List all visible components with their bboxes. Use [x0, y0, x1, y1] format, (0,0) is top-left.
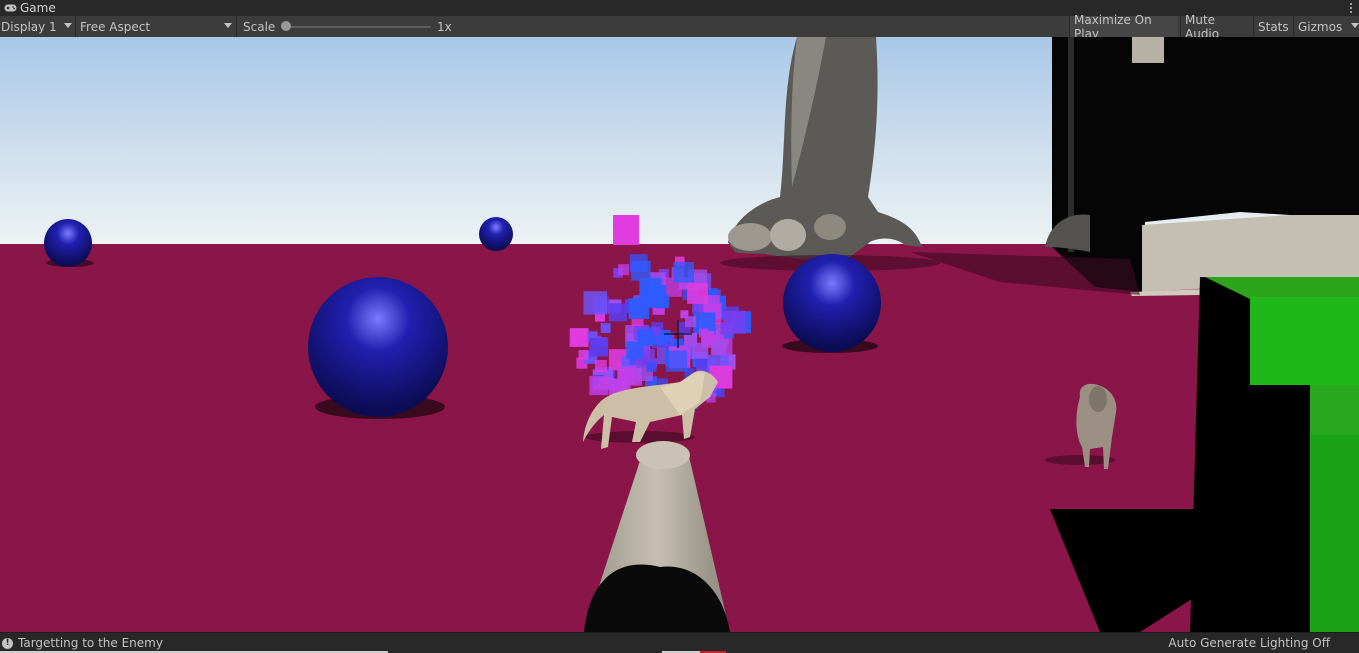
- sphere-far-middle: [479, 217, 513, 251]
- particle: [583, 291, 607, 315]
- game-viewport[interactable]: [0, 37, 1359, 632]
- gamepad-icon: [4, 4, 17, 12]
- particle: [618, 264, 630, 276]
- stats-label: Stats: [1258, 19, 1289, 34]
- particle: [643, 284, 667, 308]
- particle: [626, 341, 644, 359]
- particle: [685, 316, 697, 328]
- scale-slider-track[interactable]: [286, 26, 431, 28]
- particle: [598, 378, 610, 389]
- particle: [661, 331, 671, 341]
- particle: [589, 337, 609, 357]
- game-tab[interactable]: Game: [0, 0, 56, 16]
- particle: [569, 328, 589, 347]
- particle: [720, 322, 733, 335]
- info-icon: !: [2, 637, 13, 649]
- lighting-status[interactable]: Auto Generate Lighting Off: [1168, 633, 1330, 653]
- chevron-down-icon: [64, 23, 72, 28]
- chevron-down-icon[interactable]: [1351, 23, 1359, 28]
- particle: [613, 215, 639, 245]
- stats-toggle[interactable]: Stats: [1253, 16, 1293, 37]
- mute-audio-toggle[interactable]: Mute Audio: [1180, 13, 1253, 41]
- particle: [578, 350, 589, 360]
- particle: [687, 283, 708, 304]
- particle: [630, 260, 651, 281]
- particle: [699, 328, 708, 338]
- scale-slider-thumb[interactable]: [281, 21, 291, 31]
- scale-value: 1x: [437, 19, 452, 34]
- chevron-down-icon: [224, 23, 232, 28]
- aspect-label: Free Aspect: [80, 19, 151, 34]
- scale-label: Scale: [243, 19, 276, 34]
- display-dropdown[interactable]: Display 1: [0, 16, 74, 37]
- particle: [683, 333, 698, 347]
- particle: [608, 303, 627, 322]
- particle: [666, 350, 688, 372]
- game-toolbar: Display 1 Free Aspect Scale 1x Maximize …: [0, 13, 1359, 41]
- tab-title: Game: [20, 1, 56, 15]
- maximize-on-play-toggle[interactable]: Maximize On Play: [1069, 13, 1178, 41]
- aspect-dropdown[interactable]: Free Aspect: [79, 16, 235, 37]
- building: [1052, 37, 1359, 296]
- particle: [600, 323, 611, 333]
- divider: [236, 16, 237, 37]
- kebab-menu-icon[interactable]: [1347, 0, 1355, 16]
- game-render: [0, 37, 1359, 632]
- particle: [594, 359, 607, 372]
- gizmos-label: Gizmos: [1298, 19, 1343, 34]
- status-bar: ! Targetting to the Enemy Auto Generate …: [0, 632, 1359, 653]
- particle: [673, 262, 694, 283]
- particle: [646, 361, 657, 372]
- console-message[interactable]: ! Targetting to the Enemy: [0, 633, 163, 653]
- gizmos-toggle[interactable]: Gizmos: [1293, 16, 1359, 37]
- status-message: Targetting to the Enemy: [18, 636, 163, 650]
- divider: [75, 16, 76, 37]
- display-label: Display 1: [1, 19, 57, 34]
